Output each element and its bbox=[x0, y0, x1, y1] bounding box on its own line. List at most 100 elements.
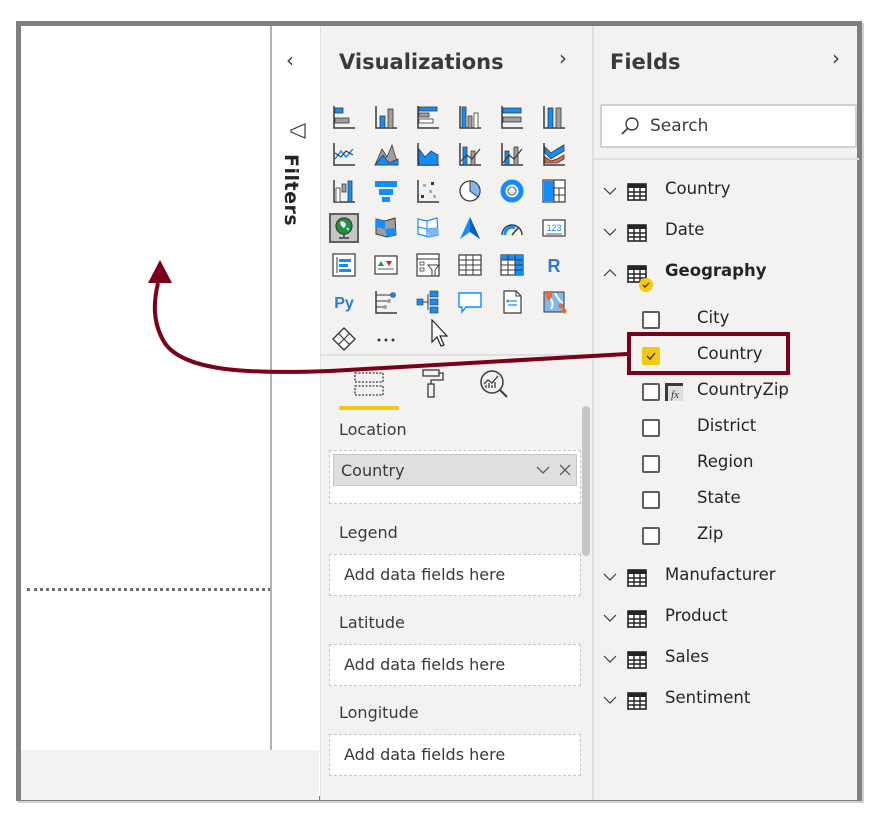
visual-more-visuals-icon[interactable] bbox=[371, 324, 401, 354]
visual-treemap-icon[interactable] bbox=[539, 176, 569, 206]
svg-text:fx: fx bbox=[671, 389, 679, 401]
fields-pane: Fields › Search Country Date Geography City… bbox=[592, 26, 859, 800]
visual-donut-chart-icon[interactable] bbox=[497, 176, 527, 206]
visualizations-title: Visualizations bbox=[339, 50, 504, 74]
field-checkbox[interactable] bbox=[642, 419, 660, 437]
fields-icon bbox=[354, 372, 384, 396]
visual-map-icon[interactable] bbox=[329, 213, 359, 243]
visual-key-influencers-icon[interactable] bbox=[371, 287, 401, 317]
field-row-region[interactable]: Region bbox=[594, 452, 859, 486]
field-name: Country bbox=[697, 344, 763, 363]
visual-table-icon[interactable] bbox=[455, 250, 485, 280]
visual-decomposition-tree-icon[interactable] bbox=[413, 287, 443, 317]
visual-paginated-report-icon[interactable] bbox=[497, 287, 527, 317]
visual-funnel-icon[interactable] bbox=[371, 176, 401, 206]
visual-line-chart-icon[interactable] bbox=[329, 139, 359, 169]
visual-slicer-icon[interactable] bbox=[413, 250, 443, 280]
visual-kpi-icon[interactable] bbox=[371, 250, 401, 280]
field-row-countryzip[interactable]: fx CountryZip bbox=[594, 380, 859, 414]
visual-100-stacked-bar-chart-icon[interactable] bbox=[497, 102, 527, 132]
visual-clustered-bar-chart-icon[interactable] bbox=[413, 102, 443, 132]
table-row-product[interactable]: Product bbox=[594, 606, 859, 640]
visual-line-and-stacked-column-chart-icon[interactable] bbox=[455, 139, 485, 169]
visual-multi-row-card-icon[interactable] bbox=[329, 250, 359, 280]
well-longitude[interactable]: Add data fields here bbox=[329, 734, 581, 776]
well-latitude[interactable]: Add data fields here bbox=[329, 644, 581, 686]
visual-area-chart-icon[interactable] bbox=[371, 139, 401, 169]
visual-power-apps-icon[interactable] bbox=[329, 324, 359, 354]
search-input[interactable]: Search bbox=[600, 104, 857, 148]
table-name: Geography bbox=[665, 261, 767, 280]
table-name: Sales bbox=[665, 647, 709, 666]
svg-text:R: R bbox=[548, 256, 561, 276]
chevron-right-icon[interactable]: › bbox=[832, 46, 840, 70]
canvas-footer bbox=[21, 750, 319, 800]
field-checkbox[interactable] bbox=[642, 491, 660, 509]
fields-tab[interactable] bbox=[349, 364, 389, 404]
visual-stacked-bar-chart-icon[interactable] bbox=[329, 102, 359, 132]
field-pill-country[interactable]: Country bbox=[333, 454, 577, 486]
well-placeholder: Add data fields here bbox=[344, 565, 506, 584]
table-row-date[interactable]: Date bbox=[594, 220, 859, 254]
visual-gauge-icon[interactable] bbox=[497, 213, 527, 243]
calculated-column-icon: fx bbox=[664, 382, 684, 402]
chevron-left-icon[interactable]: ‹ bbox=[286, 48, 294, 72]
visual-ribbon-chart-icon[interactable] bbox=[539, 139, 569, 169]
field-row-district[interactable]: District bbox=[594, 416, 859, 450]
table-name: Sentiment bbox=[665, 688, 751, 707]
visual-shape-map-icon[interactable] bbox=[413, 213, 443, 243]
field-row-state[interactable]: State bbox=[594, 488, 859, 522]
visual-stacked-area-chart-icon[interactable] bbox=[413, 139, 443, 169]
field-checkbox[interactable] bbox=[642, 527, 660, 545]
field-row-country[interactable]: Country bbox=[594, 344, 859, 378]
field-checkbox[interactable] bbox=[642, 311, 660, 329]
well-location[interactable]: Country bbox=[329, 450, 581, 504]
visual-clustered-column-chart-icon[interactable] bbox=[455, 102, 485, 132]
field-row-zip[interactable]: Zip bbox=[594, 524, 859, 558]
well-label-location: Location bbox=[339, 420, 407, 439]
table-name: Date bbox=[665, 220, 705, 239]
visual-scatter-chart-icon[interactable] bbox=[413, 176, 443, 206]
visual-card-icon[interactable]: 123 bbox=[539, 213, 569, 243]
analytics-tab[interactable] bbox=[474, 364, 514, 404]
table-name: Product bbox=[665, 606, 728, 625]
field-checkbox[interactable] bbox=[642, 347, 660, 365]
report-canvas[interactable] bbox=[21, 26, 271, 750]
funnel-icon bbox=[290, 123, 306, 139]
table-row-manufacturer[interactable]: Manufacturer bbox=[594, 565, 859, 599]
table-name: Manufacturer bbox=[665, 565, 776, 584]
wells-scrollbar[interactable] bbox=[582, 406, 590, 556]
table-row-sentiment[interactable]: Sentiment bbox=[594, 688, 859, 722]
visual-filled-map-icon[interactable] bbox=[371, 213, 401, 243]
visual-matrix-icon[interactable] bbox=[497, 250, 527, 280]
chevron-down-icon[interactable] bbox=[532, 459, 554, 481]
visual-qa-icon[interactable] bbox=[455, 287, 485, 317]
visual-waterfall-chart-icon[interactable] bbox=[329, 176, 359, 206]
visual-line-and-clustered-column-chart-icon[interactable] bbox=[497, 139, 527, 169]
format-tab[interactable] bbox=[413, 364, 453, 404]
table-row-geography[interactable]: Geography bbox=[594, 261, 859, 295]
visual-100-stacked-column-chart-icon[interactable] bbox=[539, 102, 569, 132]
visual-arcgis-maps-icon[interactable] bbox=[539, 287, 569, 317]
table-row-sales[interactable]: Sales bbox=[594, 647, 859, 681]
visual-azure-map-icon[interactable] bbox=[455, 213, 485, 243]
close-icon[interactable] bbox=[554, 459, 576, 481]
table-icon bbox=[627, 609, 647, 629]
filters-pane[interactable]: ‹ Filters bbox=[270, 26, 320, 750]
visual-python-visual-icon[interactable]: Py bbox=[329, 287, 359, 317]
field-checkbox[interactable] bbox=[642, 455, 660, 473]
visual-r-script-visual-icon[interactable]: R bbox=[539, 250, 569, 280]
chevron-right-icon[interactable]: › bbox=[559, 46, 567, 70]
field-row-city[interactable]: City bbox=[594, 308, 859, 342]
field-checkbox[interactable] bbox=[642, 383, 660, 401]
table-icon bbox=[627, 223, 647, 243]
filters-label: Filters bbox=[280, 154, 302, 227]
field-name: Region bbox=[697, 452, 754, 471]
table-icon bbox=[627, 691, 647, 711]
divider bbox=[594, 158, 859, 160]
well-legend[interactable]: Add data fields here bbox=[329, 554, 581, 596]
table-row-country[interactable]: Country bbox=[594, 179, 859, 213]
visual-pie-chart-icon[interactable] bbox=[455, 176, 485, 206]
well-placeholder: Add data fields here bbox=[344, 655, 506, 674]
visual-stacked-column-chart-icon[interactable] bbox=[371, 102, 401, 132]
